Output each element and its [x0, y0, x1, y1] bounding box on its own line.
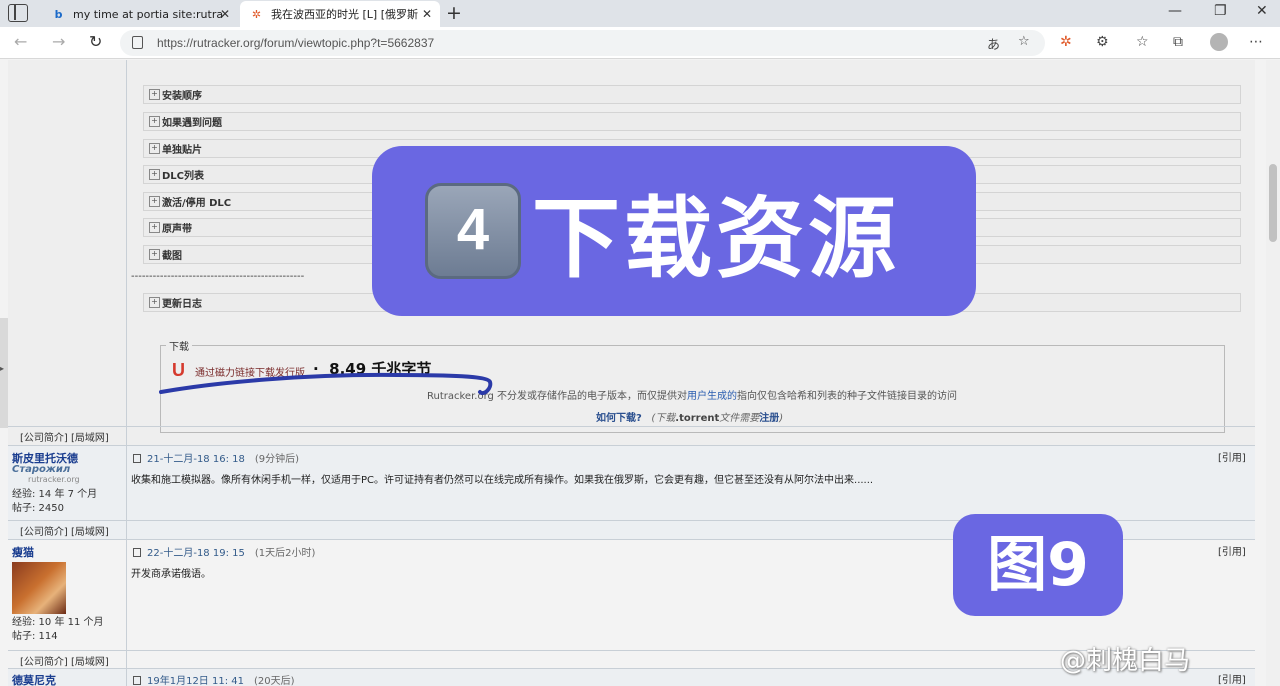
post-username[interactable]: 瘦猫: [12, 544, 34, 560]
post-relative-time: (1天后2小时): [254, 548, 316, 559]
user-experience: 经验: 14 年 7 个月: [12, 489, 98, 500]
profile-links[interactable]: [公司简介] [局域网]: [20, 429, 109, 444]
user-messages: 帖子: 114: [12, 631, 58, 642]
minimize-icon[interactable]: —: [1168, 3, 1182, 19]
spoiler-install-order[interactable]: 安装顺序: [143, 85, 1241, 104]
rank-site: rutracker.org: [28, 475, 80, 484]
post-body: 收集和施工模拟器。像所有休闲手机一样，仅适用于PC。许可证持有者仍然可以在线完成…: [131, 475, 874, 486]
post-body: 开发商承诺俄语。: [131, 569, 211, 580]
download-legend: 下载: [166, 338, 192, 353]
user-rank: Старожил rutracker.org: [12, 464, 80, 484]
user-experience: 经验: 10 年 11 个月: [12, 617, 104, 628]
tab-rutracker[interactable]: ✲ 我在波西亚的时光 [L] [俄罗斯 + ... ✕: [240, 1, 440, 27]
figure-label-badge: 图9: [953, 514, 1123, 616]
separator-line: ----------------------------------------…: [131, 271, 305, 282]
rutracker-icon: ✲: [251, 7, 262, 21]
how-to-download-link[interactable]: 如何下载?: [596, 413, 642, 424]
post-icon: [133, 548, 141, 557]
disclaimer-post: 指向仅包含哈希和列表的种子文件链接目录的访问: [737, 391, 958, 402]
profile-links[interactable]: [公司简介] [局域网]: [20, 523, 109, 538]
quote-button[interactable]: [引用]: [1218, 449, 1246, 464]
post-date[interactable]: 19年1月12日 11: 41: [147, 676, 244, 686]
user-meta: 经验: 10 年 11 个月 帖子: 114: [12, 616, 104, 644]
pen-scribble-annotation: [159, 372, 493, 395]
tab-title: my time at portia site:rutracker.o: [73, 7, 223, 21]
user-avatar: [12, 562, 66, 614]
row-divider: [8, 426, 1255, 427]
sidebar-toggle-icon[interactable]: [8, 4, 28, 22]
favorites-icon[interactable]: ☆: [1136, 34, 1149, 50]
new-tab-icon[interactable]: +: [444, 2, 464, 24]
close-window-icon[interactable]: ✕: [1256, 3, 1268, 19]
back-icon[interactable]: ←: [14, 32, 27, 51]
address-bar[interactable]: https://rutracker.org/forum/viewtopic.ph…: [120, 30, 1045, 56]
extensions-icon[interactable]: ⚙: [1096, 34, 1109, 50]
tab-bing-search[interactable]: b my time at portia site:rutracker.o ✕: [42, 1, 238, 27]
user-meta: 经验: 14 年 7 个月 帖子: 2450: [12, 488, 97, 516]
disclaimer-text: Rutracker.org 不分发或存储作品的电子版本，而仅提供对用户生成的指向…: [427, 387, 957, 402]
more-menu-icon[interactable]: ⋯: [1249, 34, 1263, 50]
close-tab-icon[interactable]: ✕: [422, 7, 432, 21]
quote-button[interactable]: [引用]: [1218, 543, 1246, 558]
profile-links[interactable]: [公司简介] [局域网]: [20, 653, 109, 668]
close-tab-icon[interactable]: ✕: [220, 7, 230, 21]
post-header: 19年1月12日 11: 41 (20天后): [133, 672, 295, 686]
howto-note-end: ): [779, 413, 784, 424]
page-content: 安装顺序 如果遇到问题 单独贴片 DLC列表 激活/停用 DLC 原声带 截图 …: [0, 60, 1280, 686]
post-icon: [133, 454, 141, 463]
post-date[interactable]: 22-十二月-18 19: 15: [147, 548, 245, 559]
weibo-watermark: @刺槐白马: [1060, 646, 1191, 676]
lock-icon: [132, 36, 143, 49]
howto-line: 如何下载? (下载.torrent文件需要注册): [596, 409, 783, 424]
forward-icon[interactable]: →: [52, 32, 65, 51]
collections-icon[interactable]: ⧉: [1173, 34, 1183, 50]
post-icon: [133, 676, 141, 685]
post-relative-time: (20天后): [254, 676, 295, 686]
keycap-four-icon: 4: [425, 183, 521, 279]
quote-button[interactable]: [引用]: [1218, 671, 1246, 686]
howto-note-pre: (下载: [651, 413, 676, 424]
translate-icon[interactable]: あ: [987, 34, 1000, 53]
user-generated-link[interactable]: 用户生成的: [687, 391, 737, 402]
register-link[interactable]: 注册: [759, 413, 779, 424]
first-post-left-column: [8, 60, 127, 446]
page-scrollbar[interactable]: [1266, 60, 1280, 686]
user-messages: 帖子: 2450: [12, 503, 64, 514]
post-username[interactable]: 德莫尼克: [12, 672, 56, 686]
url-text: https://rutracker.org/forum/viewtopic.ph…: [157, 36, 435, 50]
maximize-icon[interactable]: ❐: [1214, 3, 1227, 19]
tab-title: 我在波西亚的时光 [L] [俄罗斯 + ...: [271, 8, 421, 21]
rutracker-extension-icon[interactable]: ✲: [1060, 34, 1072, 50]
howto-note-torrent: .torrent: [675, 413, 720, 424]
post-relative-time: (9分钟后): [254, 454, 300, 465]
post-date[interactable]: 21-十二月-18 16: 18: [147, 454, 245, 465]
scrollbar-thumb[interactable]: [1269, 164, 1277, 242]
rank-title: Старожил: [12, 464, 71, 475]
howto-note-mid: 文件需要: [719, 413, 760, 424]
spoiler-troubleshooting[interactable]: 如果遇到问题: [143, 112, 1241, 131]
favorite-add-icon[interactable]: ☆: [1018, 34, 1030, 49]
browser-toolbar: ← → ↻ https://rutracker.org/forum/viewto…: [0, 27, 1280, 59]
tab-strip: b my time at portia site:rutracker.o ✕ ✲…: [0, 0, 1280, 27]
download-resources-banner: 4 下载资源: [372, 146, 976, 316]
side-panel-handle[interactable]: [0, 318, 8, 428]
profile-avatar[interactable]: [1210, 33, 1228, 51]
post-header: 21-十二月-18 16: 18 (9分钟后): [133, 450, 299, 465]
banner-text: 下载资源: [532, 187, 901, 290]
post-header: 22-十二月-18 19: 15 (1天后2小时): [133, 544, 315, 559]
reload-icon[interactable]: ↻: [89, 32, 102, 51]
bing-icon: b: [54, 7, 63, 21]
